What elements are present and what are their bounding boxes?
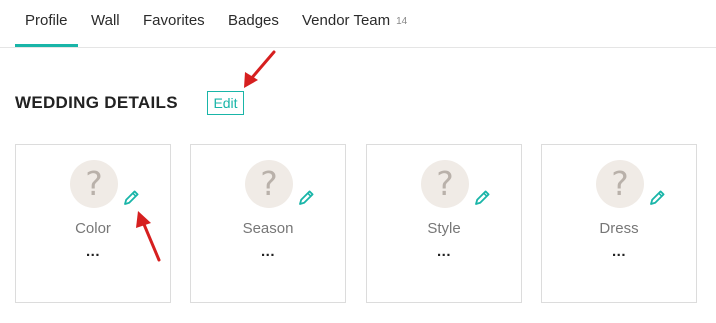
detail-card-color: ? Color ... (15, 144, 171, 303)
arrow-to-edit-button (244, 50, 276, 88)
card-label: Style (427, 220, 461, 237)
pencil-icon[interactable] (471, 187, 493, 209)
detail-card-season: ? Season ... (190, 144, 346, 303)
profile-tabs: Profile Wall Favorites Badges Vendor Tea… (0, 0, 716, 48)
detail-card-style: ? Style ... (366, 144, 522, 303)
pencil-icon[interactable] (120, 187, 142, 209)
question-mark-icon: ? (70, 160, 118, 208)
card-label: Color (75, 220, 111, 237)
tab-wall[interactable]: Wall (91, 12, 120, 29)
question-mark-icon: ? (245, 160, 293, 208)
tab-favorites[interactable]: Favorites (143, 12, 205, 29)
card-value: ... (260, 243, 275, 260)
detail-card-dress: ? Dress ... (541, 144, 697, 303)
tab-vendor-team-label: Vendor Team (302, 12, 391, 29)
card-label: Season (242, 220, 294, 237)
tab-vendor-team[interactable]: Vendor Team 14 (302, 12, 407, 29)
active-tab-indicator (15, 44, 78, 47)
edit-details-button[interactable]: Edit (207, 91, 244, 115)
card-value: ... (85, 243, 100, 260)
card-value: ... (611, 243, 626, 260)
question-mark-icon: ? (596, 160, 644, 208)
tab-badges[interactable]: Badges (228, 12, 279, 29)
section-title: WEDDING DETAILS (15, 93, 178, 112)
vendor-team-count-badge: 14 (396, 16, 408, 27)
card-value: ... (436, 243, 451, 260)
card-label: Dress (599, 220, 639, 237)
pencil-icon[interactable] (646, 187, 668, 209)
tab-profile[interactable]: Profile (25, 12, 68, 29)
pencil-icon[interactable] (295, 187, 317, 209)
question-mark-icon: ? (421, 160, 469, 208)
